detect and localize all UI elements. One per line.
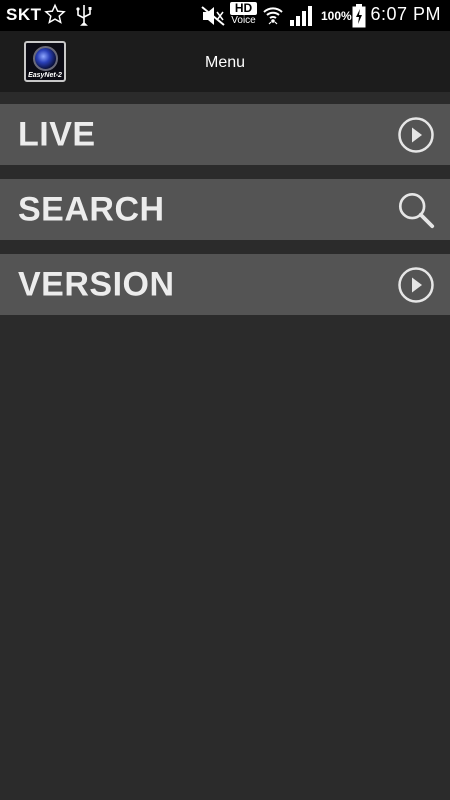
- star-icon: [44, 3, 66, 30]
- menu-item-label: SEARCH: [18, 190, 165, 228]
- menu-item-version[interactable]: VERSION: [0, 254, 450, 315]
- play-circle-icon: [396, 115, 436, 155]
- app-logo[interactable]: EasyNet-2: [24, 41, 66, 82]
- page-title: Menu: [204, 54, 246, 71]
- play-circle-icon: [396, 265, 436, 305]
- carrier-label: SKT: [6, 5, 42, 24]
- hd-voice-indicator: HD Voice: [230, 2, 257, 27]
- hd-label: HD: [230, 2, 257, 15]
- signal-strength-icon: [289, 6, 313, 31]
- search-icon: [396, 190, 436, 230]
- camera-lens-icon: [33, 46, 58, 71]
- battery-charging-icon: [352, 4, 366, 33]
- menu-item-label: LIVE: [18, 115, 96, 153]
- menu-item-search[interactable]: SEARCH: [0, 179, 450, 240]
- usb-icon: [74, 4, 94, 31]
- app-bar: Menu EasyNet-2: [0, 31, 450, 92]
- voice-label: Voice: [231, 15, 256, 26]
- battery-percent: 100%: [321, 9, 352, 23]
- clock: 6:07 PM: [370, 4, 441, 24]
- wifi-icon: [262, 4, 284, 31]
- vibrate-mute-icon: [200, 6, 226, 31]
- menu-item-live[interactable]: LIVE: [0, 104, 450, 165]
- menu-item-label: VERSION: [18, 265, 175, 303]
- status-bar: SKT HD Voice 100% 6:07 PM: [0, 0, 450, 31]
- logo-text: EasyNet-2: [28, 72, 62, 79]
